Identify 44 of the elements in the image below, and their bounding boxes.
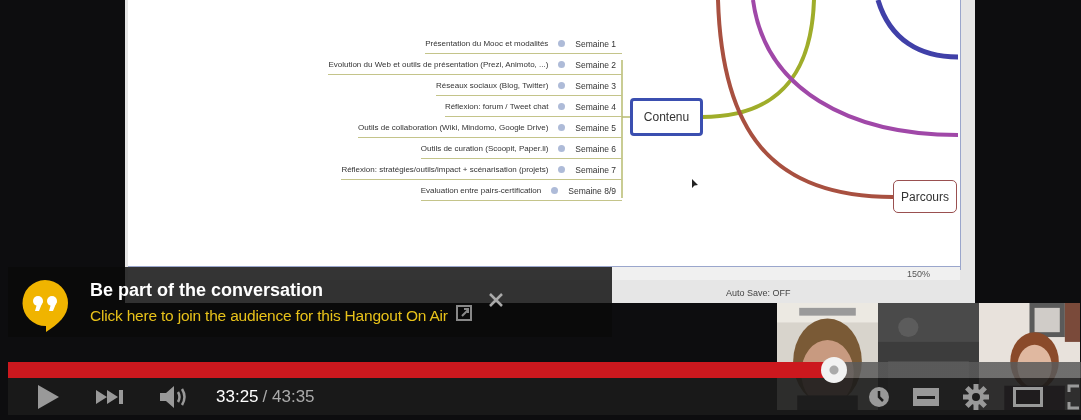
week-label: Semaine 1: [575, 38, 616, 49]
week-label: Semaine 3: [575, 80, 616, 91]
topic-node[interactable]: Contenu: [630, 98, 703, 136]
topic-icon: [558, 61, 566, 68]
week-label: Semaine 2: [575, 59, 616, 70]
branch-label: Réflexion: stratégies/outils/impact + scénarisation (projets): [341, 165, 549, 174]
zoom-level: 150%: [906, 268, 930, 279]
next-icon[interactable]: [96, 387, 124, 406]
week-label: Semaine 6: [575, 143, 616, 154]
week-label: Semaine 4: [575, 101, 616, 112]
quote-bubble-icon: [22, 280, 68, 332]
branch-label: Evaluation entre pairs-certification: [420, 186, 542, 195]
captions-icon[interactable]: [913, 387, 939, 406]
branch-label: Evolution du Web et outils de présentation (Prezi, Animoto, ...): [328, 60, 549, 69]
autosave-label: Auto Save: OFF: [726, 288, 791, 298]
close-icon[interactable]: [487, 292, 504, 308]
topic-icon: [558, 166, 566, 173]
theater-mode-icon[interactable]: [1013, 386, 1043, 407]
external-link-icon[interactable]: [455, 305, 472, 321]
branch-label: Présentation du Mooc et modalités: [425, 39, 549, 48]
topic-node[interactable]: Parcours: [893, 180, 957, 213]
topic-icon: [558, 124, 566, 131]
play-icon[interactable]: [36, 383, 60, 410]
hangout-banner[interactable]: Be part of the conversation Click here to join the audience for this Hangout On Air: [8, 267, 612, 337]
topic-icon: [558, 103, 566, 110]
current-time: 33:25: [216, 386, 259, 407]
branch-label: Réflexion: forum / Tweet chat: [444, 102, 549, 111]
topic-icon: [551, 187, 559, 194]
branch-label: Outils de curation (Scoopit, Paper.li): [420, 144, 549, 153]
week-label: Semaine 7: [575, 164, 616, 175]
duration: / 43:35: [262, 386, 315, 407]
join-link[interactable]: Click here to join the audience for this Hangout On Air: [90, 306, 448, 325]
branch-label: Réseaux sociaux (Blog, Twitter): [436, 81, 549, 90]
topic-icon: [558, 40, 566, 47]
clock-icon[interactable]: [869, 386, 889, 407]
cursor-icon: [692, 179, 699, 189]
fullscreen-icon[interactable]: [1067, 383, 1081, 410]
banner-title: Be part of the conversation: [90, 279, 325, 301]
settings-icon[interactable]: [963, 383, 989, 410]
branch-label: Outils de collaboration (Wiki, Mindomo, Google Drive): [358, 123, 549, 132]
week-label: Semaine 8/9: [568, 185, 616, 196]
topic-icon: [558, 145, 566, 152]
week-label: Semaine 5: [575, 122, 616, 133]
topic-icon: [558, 82, 566, 89]
